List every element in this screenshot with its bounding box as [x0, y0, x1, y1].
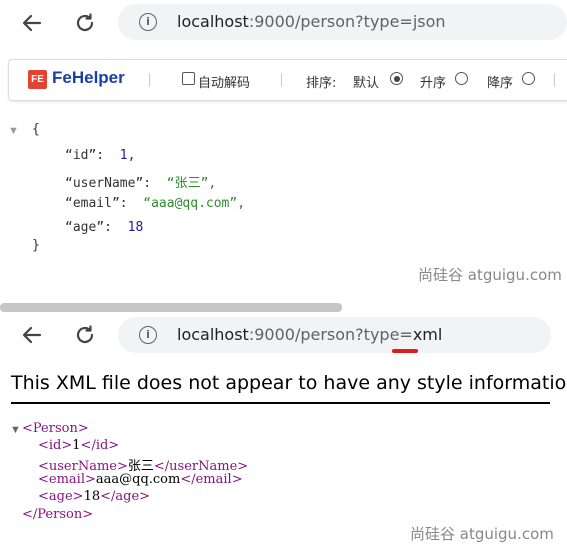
address-url[interactable]: localhost:9000/person?type=xml: [177, 325, 442, 344]
json-value: 18: [127, 220, 144, 235]
address-url[interactable]: localhost:9000/person?type=json: [177, 12, 446, 31]
sort-asc-radio[interactable]: [455, 72, 468, 85]
divider: [11, 402, 550, 404]
json-key: “userName”:: [65, 176, 152, 191]
reload-icon[interactable]: [73, 11, 97, 35]
toolbar-divider: [149, 73, 150, 87]
toolbar-divider: [554, 73, 555, 87]
xml-line: </Person>: [22, 507, 93, 522]
json-line-username: “userName”: “张三”,: [65, 172, 216, 191]
url-host: localhost: [177, 12, 249, 31]
xml-tag: </age>: [100, 489, 151, 504]
json-key: “id”:: [65, 148, 105, 163]
sort-default-label: 默认: [353, 76, 380, 91]
url-path: :9000/person?type=: [248, 325, 413, 344]
xml-text: 1: [72, 438, 81, 453]
xml-tag: </id>: [80, 438, 120, 453]
fehelper-logo-icon: FE: [28, 70, 47, 89]
address-bar[interactable]: i localhost:9000/person?type=xml: [118, 317, 551, 353]
watermark: 尚硅谷 atguigu.com: [418, 266, 562, 284]
address-bar[interactable]: i localhost:9000/person?type=json: [118, 4, 567, 40]
json-close-brace: }: [32, 238, 40, 253]
collapse-toggle-icon[interactable]: ▼: [10, 424, 21, 436]
reload-icon[interactable]: [73, 323, 97, 347]
xml-line: <Person>: [22, 421, 89, 436]
json-key: “email”:: [65, 196, 128, 211]
xml-style-notice: This XML file does not appear to have an…: [11, 372, 567, 394]
json-value: “aaa@qq.com”,: [143, 196, 246, 211]
site-info-icon[interactable]: i: [139, 326, 157, 344]
sort-desc-label: 降序: [487, 76, 514, 91]
toolbar-divider: [281, 73, 282, 87]
sort-asc-label: 升序: [420, 76, 447, 91]
auto-decode-checkbox[interactable]: [182, 72, 195, 85]
xml-text: aaa@qq.com: [95, 472, 181, 487]
horizontal-scrollbar-thumb[interactable]: [0, 303, 342, 312]
url-highlight: xml: [412, 325, 443, 344]
site-info-icon[interactable]: i: [139, 13, 157, 31]
xml-tag: </email>: [180, 472, 243, 487]
xml-tag: </Person>: [22, 507, 94, 522]
xml-tag: <email>: [38, 472, 96, 487]
url-path: :9000/person?type=json: [248, 12, 446, 31]
highlight-underline: [392, 349, 418, 353]
xml-tag: <age>: [38, 489, 84, 504]
sort-default-radio[interactable]: [390, 72, 403, 85]
json-line-email: “email”: “aaa@qq.com”,: [65, 196, 245, 211]
auto-decode-label: 自动解码: [198, 76, 251, 91]
sort-desc-radio[interactable]: [522, 72, 535, 85]
collapse-toggle-icon[interactable]: ▼: [8, 125, 19, 137]
browser-toolbar-top: i localhost:9000/person?type=json: [0, 0, 567, 47]
sort-label: 排序:: [306, 76, 337, 91]
back-arrow-icon[interactable]: [20, 11, 44, 35]
json-line-age: “age”: 18: [65, 220, 143, 235]
xml-line: <email>aaa@qq.com</email>: [38, 472, 243, 487]
xml-line: <age>18</age>: [38, 489, 150, 504]
json-value: “张三”,: [166, 176, 217, 191]
fehelper-toolbar: FE FeHelper 自动解码 排序: 默认 升序 降序: [8, 59, 567, 101]
json-line-id: “id”: 1,: [65, 148, 135, 163]
fehelper-title: FeHelper: [52, 68, 125, 87]
watermark: 尚硅谷 atguigu.com: [410, 525, 554, 543]
json-key: “age”:: [65, 220, 112, 235]
xml-line: <id>1</id>: [38, 438, 119, 453]
browser-toolbar-bottom: i localhost:9000/person?type=xml: [0, 313, 551, 360]
url-host: localhost: [177, 325, 249, 344]
xml-text: 18: [83, 489, 101, 504]
xml-tag: <id>: [38, 438, 73, 453]
json-value: 1,: [119, 148, 136, 163]
xml-tag: <Person>: [22, 421, 89, 436]
back-arrow-icon[interactable]: [20, 323, 44, 347]
json-open-brace: {: [32, 122, 40, 137]
